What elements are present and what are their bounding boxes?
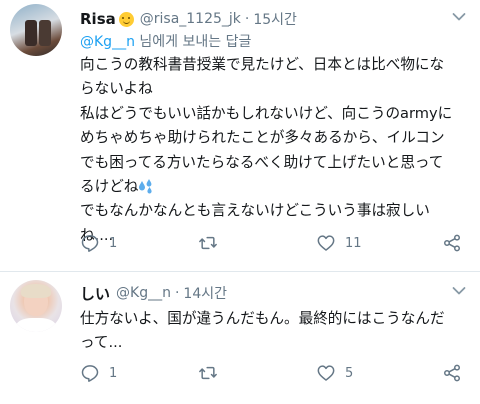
tweet-text-line-with-emoji: るけどね [80, 175, 472, 199]
reply-button[interactable]: 1 [80, 231, 117, 255]
tweet-text-line: 仕方ないよ、国が違うんだもん。最終的にはこうなんだ [80, 310, 445, 327]
like-button[interactable]: 5 [316, 361, 353, 385]
reply-icon [81, 365, 99, 382]
reply-context: @Kg__n 님에게 보내는 답글 [80, 31, 251, 51]
tweet-actions: 1 11 [80, 231, 472, 255]
reply-count: 1 [109, 365, 118, 381]
retweet-button[interactable] [198, 361, 227, 385]
tweet-text-line: らないよね [80, 80, 153, 98]
share-button[interactable] [442, 231, 462, 255]
reply-icon [81, 235, 99, 252]
heart-icon [317, 235, 335, 251]
tweet-text-line: でも困ってる方いたらなるべく助けて上げたいと思って [80, 153, 444, 171]
share-icon [443, 234, 461, 252]
tweet-text-line: めちゃめちゃ助けられたことが多々あるから、イルコン [80, 129, 445, 147]
avatar[interactable] [10, 280, 62, 332]
avatar-cup-shape [25, 20, 37, 46]
chevron-down-icon[interactable] [452, 286, 466, 296]
avatar[interactable] [10, 4, 62, 56]
share-button[interactable] [442, 361, 462, 385]
tweet-text-fragment: るけどね [80, 178, 139, 196]
avatar-shirt-shape [16, 318, 56, 332]
display-name[interactable]: Risa [80, 10, 116, 28]
display-name[interactable]: しい [80, 283, 110, 304]
timestamp[interactable]: 15시간 [253, 9, 297, 29]
separator-dot: · [174, 285, 180, 301]
tweet-header: しい @Kg__n · 14시간 [80, 282, 227, 304]
like-count: 11 [345, 235, 362, 251]
tweet-text-line: でもなんかなんとも言えないけどこういう事は寂しい [80, 202, 430, 220]
tweet-risa[interactable]: Risa @risa_1125_jk · 15시간 @Kg__n 님에게 보내는… [0, 0, 480, 272]
smiling-face-emoji-icon [118, 11, 134, 27]
tweet-shii[interactable]: しい @Kg__n · 14시간 仕方ないよ、国が違うんだもん。最終的にはこうな… [0, 272, 480, 404]
reply-button[interactable]: 1 [80, 361, 117, 385]
like-count: 5 [345, 365, 354, 381]
reply-count: 1 [109, 235, 118, 251]
tweet-text: 向こうの教科書昔授業で見たけど、日本とは比べ物にな らないよね 私はどうでもいい… [80, 53, 472, 248]
chevron-down-icon[interactable] [452, 12, 466, 22]
tweet-text-line: 私はどうでもいい話かもしれないけど、向こうのarmyに [80, 104, 453, 122]
retweet-icon [199, 366, 217, 380]
user-handle[interactable]: @Kg__n [116, 285, 171, 301]
mention-link[interactable]: @Kg__n [80, 34, 135, 50]
user-handle[interactable]: @risa_1125_jk [140, 11, 241, 27]
reply-context-label: 님에게 보내는 답글 [134, 34, 252, 50]
avatar-hair-shape [21, 284, 51, 298]
separator-dot: · [244, 11, 250, 27]
timestamp[interactable]: 14시간 [183, 283, 227, 303]
share-icon [443, 364, 461, 382]
retweet-button[interactable] [198, 231, 227, 255]
tweet-text-line: 向こうの教科書昔授業で見たけど、日本とは比べ物にな [80, 56, 445, 73]
tweet-text: 仕方ないよ、国が違うんだもん。最終的にはこうなんだ って... [80, 307, 472, 356]
heart-icon [317, 365, 335, 381]
tweet-actions: 1 5 [80, 361, 472, 385]
sweat-droplets-icon [139, 179, 152, 194]
retweet-icon [199, 236, 217, 250]
avatar-cup-shape [39, 20, 51, 46]
tweet-header: Risa @risa_1125_jk · 15시간 [80, 8, 297, 30]
like-button[interactable]: 11 [316, 231, 362, 255]
tweet-text-line: って... [80, 334, 123, 352]
